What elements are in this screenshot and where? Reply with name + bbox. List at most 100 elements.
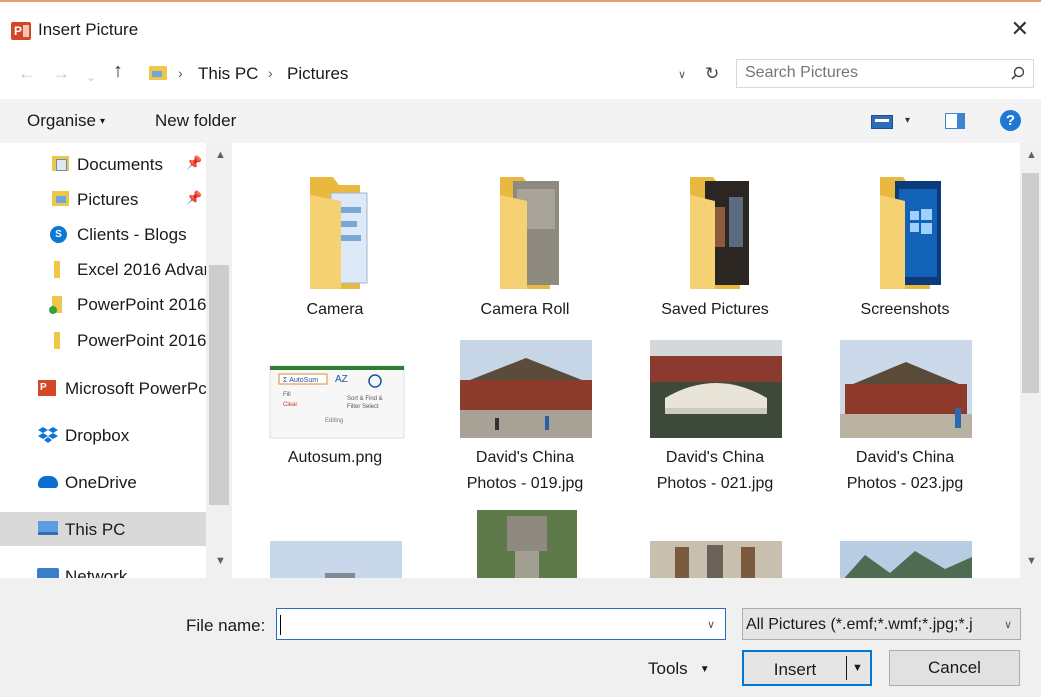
chevron-down-icon: ∨: [1003, 619, 1012, 631]
folder-tile-camera-roll[interactable]: Camera Roll: [450, 167, 600, 323]
computer-icon: [38, 521, 58, 535]
new-folder-button[interactable]: New folder: [155, 111, 236, 131]
breadcrumb-separator-icon: ›: [268, 65, 273, 81]
folder-icon: [880, 177, 941, 289]
text-cursor: [280, 615, 281, 635]
sidebar-item-onedrive[interactable]: OneDrive: [0, 465, 206, 499]
tools-menu-button[interactable]: Tools ▼: [648, 659, 710, 679]
sidebar-item-label: Documents: [77, 155, 163, 174]
scroll-up-icon[interactable]: ▲: [215, 149, 226, 161]
folder-tile-screenshots[interactable]: Screenshots: [830, 167, 980, 323]
insert-button[interactable]: Insert: [744, 660, 846, 680]
scroll-down-icon[interactable]: ▼: [1026, 555, 1037, 567]
svg-text:Filter Select: Filter Select: [347, 404, 379, 410]
insert-options-dropdown-icon[interactable]: ▼: [852, 662, 863, 674]
folder-sync-icon: [49, 296, 62, 314]
image-tile-china-021[interactable]: David's China Photos - 021.jpg: [640, 338, 790, 497]
powerpoint-app-icon: P: [11, 22, 31, 40]
recent-locations-chevron-icon[interactable]: ⌄: [86, 68, 96, 86]
sidebar-item-network[interactable]: Network: [0, 559, 206, 578]
image-tile-china-023[interactable]: David's China Photos - 023.jpg: [830, 338, 980, 497]
svg-text:Fill: Fill: [283, 392, 291, 398]
tile-label-line-1: David's China: [665, 449, 765, 466]
image-thumbnail: [840, 541, 972, 578]
file-name-combobox[interactable]: ∨: [276, 608, 726, 640]
image-tile-autosum[interactable]: Σ AutoSum AZ Fill Clear Sort & Find & Fi…: [260, 338, 410, 471]
help-icon[interactable]: ?: [1000, 110, 1021, 131]
image-tile-china-019[interactable]: David's China Photos - 019.jpg: [450, 338, 600, 497]
tile-label-line-1: David's China: [855, 449, 955, 466]
file-type-value: All Pictures (*.emf;*.wmf;*.jpg;*.j: [746, 616, 973, 633]
network-icon: [37, 568, 59, 578]
sidebar-item-powerpoint-2016-a[interactable]: PowerPoint 2016: [0, 287, 206, 321]
sidebar-item-documents[interactable]: Documents 📌: [0, 147, 206, 181]
sidebar-item-clients-blogs[interactable]: S Clients - Blogs: [0, 217, 206, 251]
dropbox-icon: [38, 427, 58, 443]
organise-label: Organise: [27, 111, 96, 130]
svg-text:Sort & Find &: Sort & Find &: [347, 396, 383, 402]
cancel-button[interactable]: Cancel: [889, 650, 1020, 686]
forward-arrow-icon[interactable]: →: [52, 64, 70, 82]
sidebar-scroll-thumb[interactable]: [209, 265, 229, 505]
up-arrow-icon[interactable]: ↑: [113, 61, 123, 81]
image-tile-partial[interactable]: [260, 533, 410, 578]
image-thumbnail: [650, 541, 782, 578]
image-tile-partial[interactable]: [830, 533, 980, 578]
sidebar-item-this-pc[interactable]: This PC: [0, 512, 206, 546]
preview-pane-icon[interactable]: [945, 113, 965, 129]
folder-tile-saved-pictures[interactable]: Saved Pictures: [640, 167, 790, 323]
sidebar-scrollbar[interactable]: ▲ ▼: [206, 143, 232, 578]
sidebar-item-dropbox[interactable]: Dropbox: [0, 418, 206, 452]
image-thumbnail: Σ AutoSum AZ Fill Clear Sort & Find & Fi…: [269, 365, 405, 439]
refresh-icon[interactable]: ↻: [705, 64, 719, 84]
image-thumbnail: [460, 340, 592, 438]
svg-text:Editing: Editing: [325, 418, 343, 424]
breadcrumb-pictures[interactable]: Pictures: [287, 64, 348, 84]
powerpoint-icon: P: [38, 380, 56, 396]
image-tile-partial[interactable]: [450, 508, 600, 578]
insert-split-button[interactable]: Insert ▼: [742, 650, 872, 686]
pin-icon[interactable]: 📌: [186, 190, 202, 206]
tile-label-line-2: Photos - 023.jpg: [846, 475, 964, 492]
address-history-chevron-icon[interactable]: ∨: [678, 68, 686, 81]
scroll-up-icon[interactable]: ▲: [1026, 149, 1037, 161]
sidebar-item-powerpoint-2016-b[interactable]: PowerPoint 2016: [0, 323, 206, 357]
sidebar-item-excel-2016[interactable]: Excel 2016 Advar: [0, 252, 206, 286]
file-name-input[interactable]: [281, 614, 681, 632]
view-options-chevron-icon[interactable]: ▾: [905, 115, 910, 126]
sidebar-item-pictures[interactable]: Pictures 📌: [0, 182, 206, 216]
content-scroll-thumb[interactable]: [1022, 173, 1039, 393]
tile-label-line-2: Photos - 019.jpg: [466, 475, 584, 492]
dialog-footer: File name: ∨ All Pictures (*.emf;*.wmf;*…: [0, 578, 1041, 697]
organise-button[interactable]: Organise ▾: [27, 111, 105, 131]
breadcrumb-this-pc[interactable]: This PC: [198, 64, 258, 84]
search-box[interactable]: [736, 59, 1034, 88]
sidebar-item-microsoft-powerpoint[interactable]: P Microsoft PowerPc: [0, 371, 206, 405]
scroll-down-icon[interactable]: ▼: [215, 555, 226, 567]
file-type-select[interactable]: All Pictures (*.emf;*.wmf;*.jpg;*.j ∨: [742, 608, 1021, 640]
search-icon[interactable]: [1011, 66, 1025, 80]
search-input[interactable]: [745, 64, 995, 82]
back-arrow-icon[interactable]: ←: [18, 64, 36, 82]
file-name-label: File name:: [186, 616, 266, 635]
image-thumbnail: [270, 541, 402, 578]
address-bar[interactable]: › This PC › Pictures: [141, 58, 726, 88]
sidebar-item-label: Microsoft PowerPc: [65, 379, 206, 398]
split-divider: [846, 656, 847, 680]
svg-text:Clear: Clear: [283, 402, 297, 408]
tile-label: Screenshots: [860, 301, 950, 318]
change-view-icon[interactable]: [871, 115, 893, 129]
sidebar-item-label: Dropbox: [65, 426, 130, 445]
command-toolbar: Organise ▾ New folder ▾ ?: [0, 99, 1041, 143]
file-name-history-chevron-icon[interactable]: ∨: [707, 618, 715, 631]
sharepoint-icon: S: [50, 226, 67, 243]
sidebar-item-label: PowerPoint 2016: [77, 331, 206, 350]
image-tile-partial[interactable]: [640, 533, 790, 578]
sidebar-item-label: Network: [65, 567, 128, 578]
folder-tile-camera[interactable]: Camera: [260, 167, 410, 323]
tile-label: Camera Roll: [480, 301, 570, 318]
content-scrollbar[interactable]: ▲ ▼: [1020, 143, 1041, 578]
pin-icon[interactable]: 📌: [186, 155, 202, 171]
close-icon[interactable]: ✕: [1011, 18, 1029, 40]
sidebar-item-label: Pictures: [77, 190, 139, 209]
